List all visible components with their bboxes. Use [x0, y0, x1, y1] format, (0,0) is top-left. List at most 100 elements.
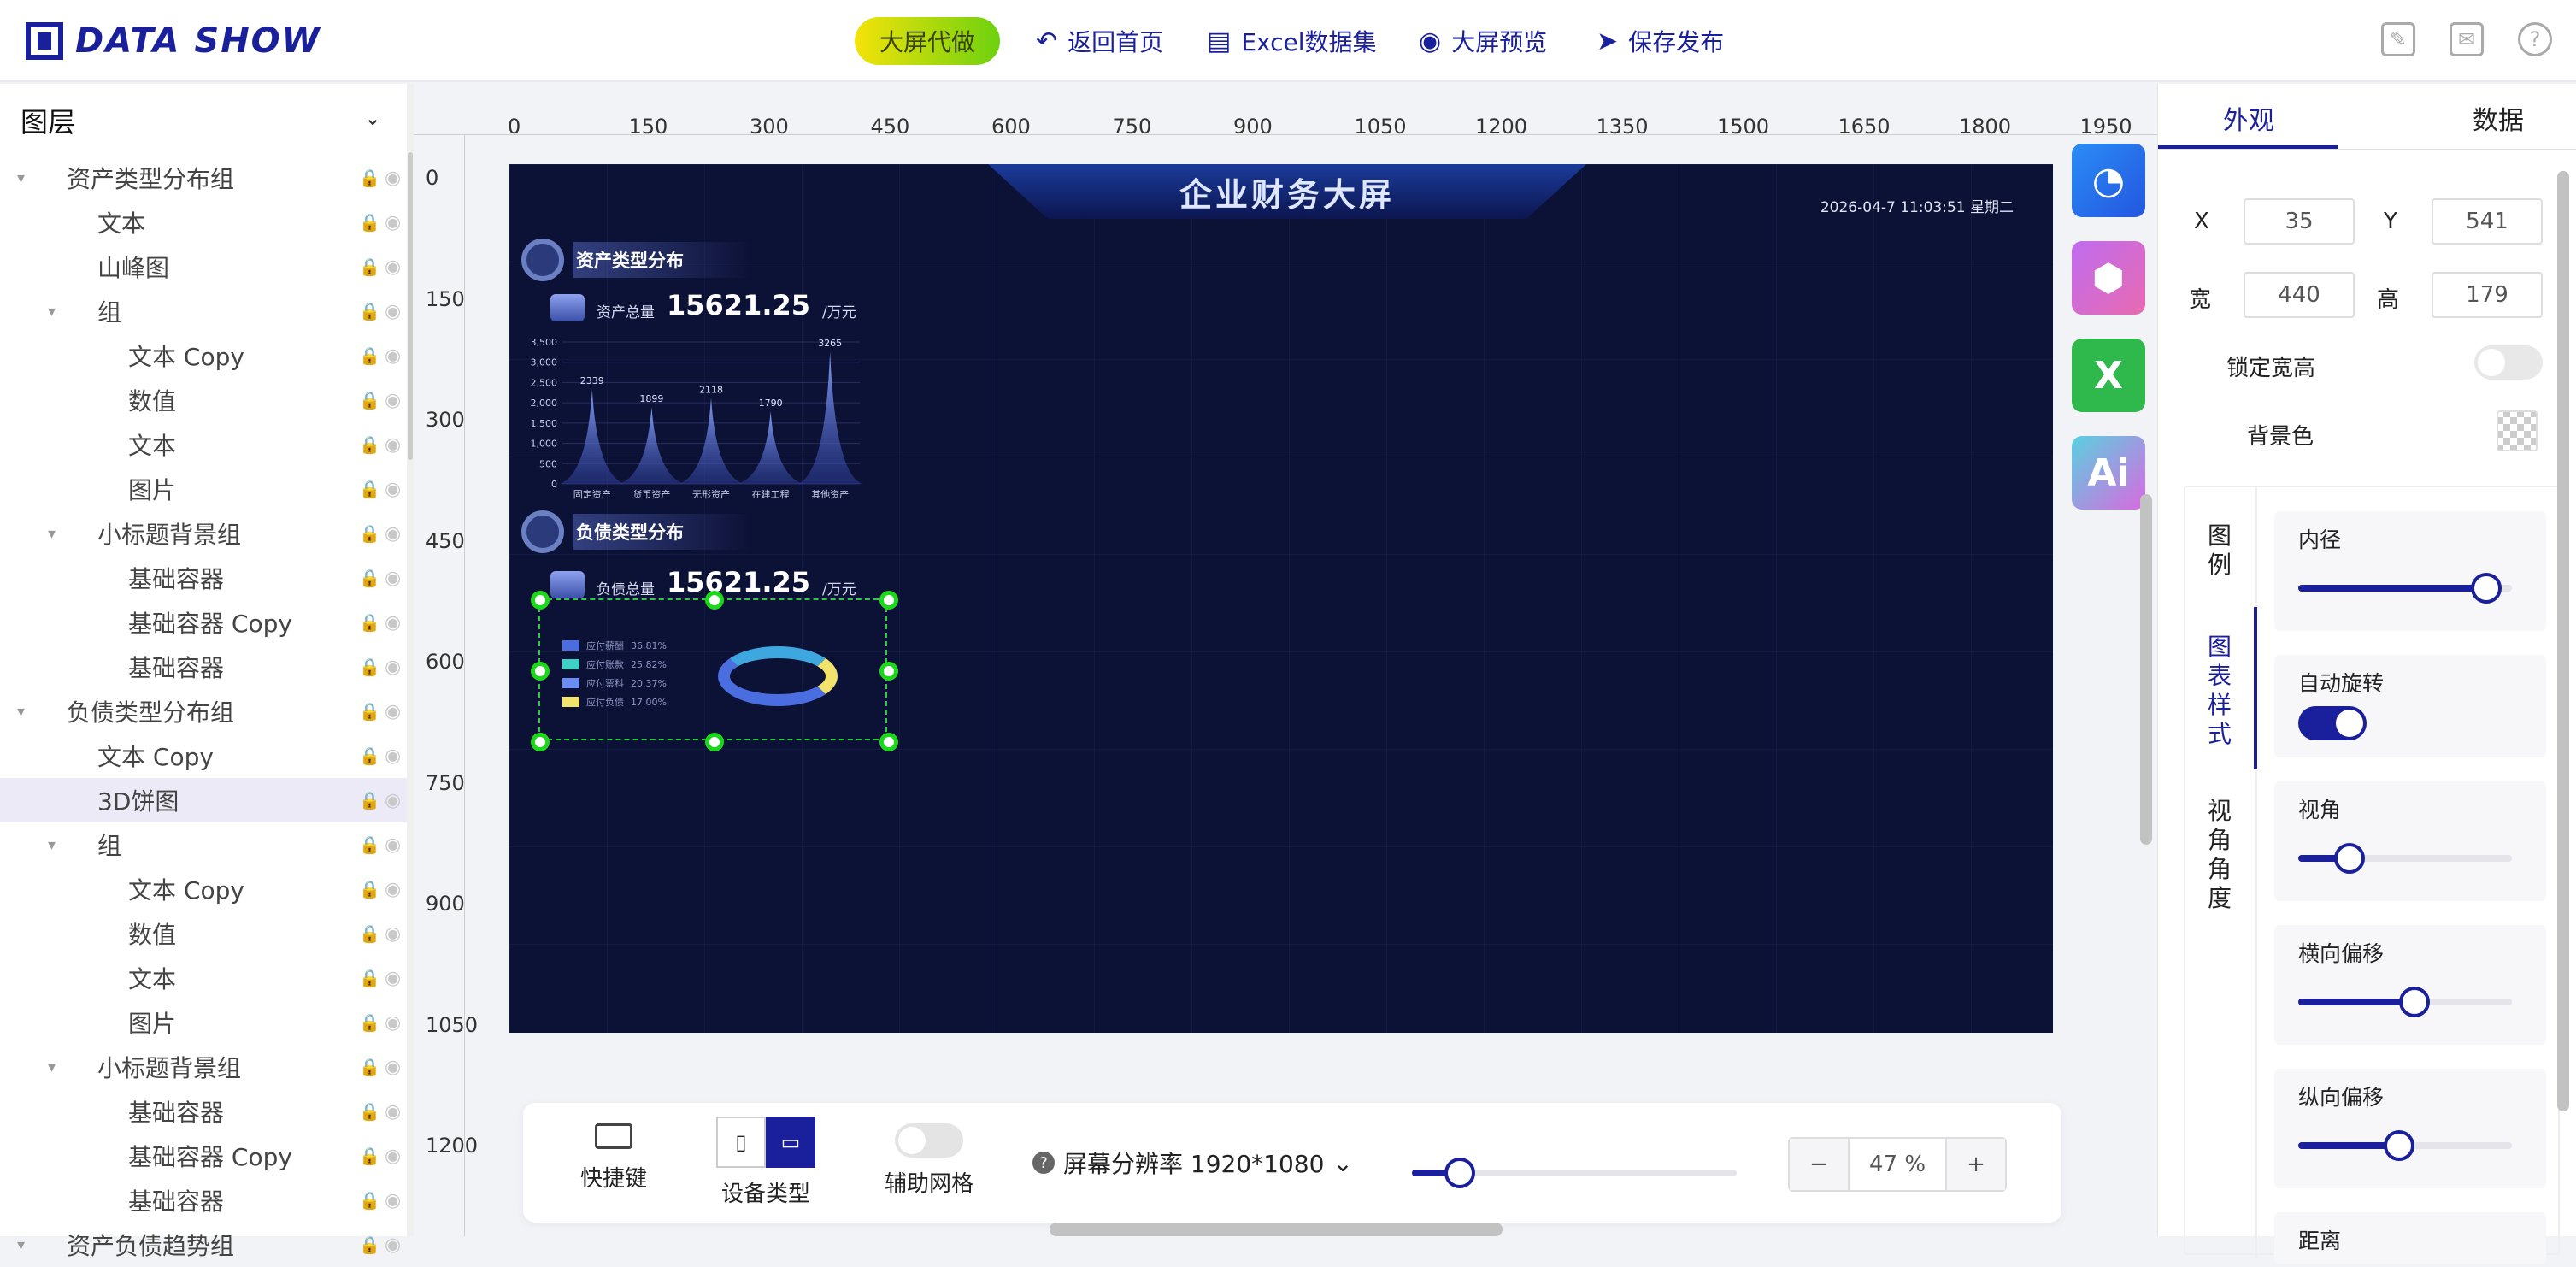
eye-icon[interactable]: ◉	[385, 479, 401, 500]
mountain-peak[interactable]	[678, 398, 744, 484]
layer-item[interactable]: ▾ 负债类型分布组 🔒 ◉	[0, 689, 407, 734]
lock-icon[interactable]: 🔒	[359, 301, 380, 321]
custom-screen-button[interactable]: 大屏代做	[855, 17, 1000, 65]
preview-button[interactable]: ◉ 大屏预览	[1419, 19, 1547, 63]
app-logo[interactable]: DATA SHOW	[26, 19, 321, 63]
layer-item[interactable]: 文本 🔒 ◉	[0, 422, 407, 467]
resize-handle[interactable]	[879, 591, 898, 610]
slider-knob[interactable]	[2471, 573, 2502, 604]
mountain-peak[interactable]	[559, 389, 626, 484]
layer-item[interactable]: 文本 🔒 ◉	[0, 200, 407, 245]
debt-subtitle[interactable]: 负债类型分布	[521, 508, 889, 556]
resize-handle[interactable]	[705, 591, 724, 610]
v-offset-slider[interactable]	[2298, 1130, 2512, 1161]
debt-total[interactable]: 负债总量 15621.25 /万元	[550, 566, 856, 598]
lock-icon[interactable]: 🔒	[359, 1012, 380, 1033]
eye-icon[interactable]: ◉	[385, 1101, 401, 1123]
caret-down-icon[interactable]: ▾	[48, 303, 56, 321]
eye-icon[interactable]: ◉	[385, 968, 401, 989]
zoom-in-button[interactable]: +	[1947, 1139, 2005, 1190]
lock-ratio-toggle[interactable]	[2474, 345, 2543, 380]
eye-icon[interactable]: ◉	[385, 1146, 401, 1167]
layer-item[interactable]: 基础容器 🔒 ◉	[0, 1178, 407, 1223]
lock-icon[interactable]: 🔒	[359, 479, 380, 499]
resize-handle[interactable]	[531, 591, 550, 610]
caret-down-icon[interactable]: ▾	[17, 1236, 25, 1254]
lock-icon[interactable]: 🔒	[359, 568, 380, 588]
eye-icon[interactable]: ◉	[385, 345, 401, 367]
mountain-peak[interactable]	[619, 406, 685, 484]
layer-item[interactable]: 基础容器 🔒 ◉	[0, 1089, 407, 1134]
layer-item[interactable]: ▾ 资产类型分布组 🔒 ◉	[0, 156, 407, 200]
eye-icon[interactable]: ◉	[385, 1190, 401, 1211]
layer-item[interactable]: 基础容器 🔒 ◉	[0, 645, 407, 689]
auto-rotate-toggle[interactable]	[2298, 706, 2367, 740]
resize-handle[interactable]	[879, 662, 898, 681]
h-offset-slider[interactable]	[2298, 987, 2512, 1017]
asset-total[interactable]: 资产总量 15621.25 /万元	[550, 289, 856, 321]
inner-radius-slider[interactable]	[2298, 573, 2512, 604]
eye-icon[interactable]: ◉	[385, 701, 401, 722]
lock-icon[interactable]: 🔒	[359, 879, 380, 899]
resolution-select[interactable]: ? 屏幕分辨率 1920*1080 ⌄	[1032, 1146, 1353, 1180]
caret-down-icon[interactable]: ▾	[48, 1058, 56, 1076]
zoom-slider[interactable]	[1412, 1158, 1737, 1188]
slider-knob[interactable]	[2334, 843, 2365, 874]
desktop-icon[interactable]: ▭	[766, 1117, 815, 1168]
tab-data[interactable]: 数据	[2473, 99, 2524, 137]
shortcut-button[interactable]: 快捷键	[571, 1123, 656, 1193]
layer-item[interactable]: 3D饼图 🔒 ◉	[0, 778, 407, 822]
layer-item[interactable]: ▾ 组 🔒 ◉	[0, 822, 407, 867]
layer-item[interactable]: ▾ 小标题背景组 🔒 ◉	[0, 511, 407, 556]
lock-icon[interactable]: 🔒	[359, 923, 380, 944]
dashboard-screen[interactable]: 企业财务大屏 2026-04-7 11:03:51 星期二 资产类型分布 资产总…	[509, 164, 2053, 1033]
excel-dataset-button[interactable]: ▤ Excel数据集	[1207, 19, 1377, 63]
lock-icon[interactable]: 🔒	[359, 1057, 380, 1077]
zoom-out-button[interactable]: −	[1790, 1139, 1848, 1190]
eye-icon[interactable]: ◉	[385, 390, 401, 411]
eye-icon[interactable]: ◉	[385, 879, 401, 900]
lock-icon[interactable]: 🔒	[359, 657, 380, 677]
layer-item[interactable]: 山峰图 🔒 ◉	[0, 245, 407, 289]
lock-icon[interactable]: 🔒	[359, 1146, 380, 1166]
excel-component-icon[interactable]: X	[2072, 339, 2145, 412]
layer-item[interactable]: ▾ 组 🔒 ◉	[0, 289, 407, 333]
property-scrollbar[interactable]	[2557, 171, 2569, 1111]
lock-icon[interactable]: 🔒	[359, 168, 380, 188]
eye-icon[interactable]: ◉	[385, 1057, 401, 1078]
layer-item[interactable]: 数值 🔒 ◉	[0, 911, 407, 956]
pie-3d-chart[interactable]: 应付薪酬 36.81% 应付账款 25.82% 应付票科 20.37% 应付负债 17.00%	[531, 591, 898, 751]
grid-toggle[interactable]: 辅助网格	[873, 1123, 985, 1198]
help-icon[interactable]: ?	[2518, 22, 2552, 56]
grid-switch[interactable]	[895, 1123, 963, 1158]
lock-icon[interactable]: 🔒	[359, 834, 380, 855]
lock-icon[interactable]: 🔒	[359, 1235, 380, 1255]
eye-icon[interactable]: ◉	[385, 434, 401, 456]
eye-icon[interactable]: ◉	[385, 657, 401, 678]
lock-icon[interactable]: 🔒	[359, 790, 380, 810]
layer-item[interactable]: 文本 Copy 🔒 ◉	[0, 333, 407, 378]
lock-icon[interactable]: 🔒	[359, 612, 380, 633]
layer-item[interactable]: ▾ 小标题背景组 🔒 ◉	[0, 1045, 407, 1089]
slider-knob[interactable]	[2384, 1130, 2414, 1161]
zoom-slider-knob[interactable]	[1444, 1158, 1475, 1188]
back-home-button[interactable]: ↶ 返回首页	[1036, 19, 1163, 63]
lock-icon[interactable]: 🔒	[359, 968, 380, 988]
eye-icon[interactable]: ◉	[385, 790, 401, 811]
canvas-vertical-scrollbar[interactable]	[2137, 84, 2157, 1236]
caret-down-icon[interactable]: ▾	[17, 169, 25, 187]
eye-icon[interactable]: ◉	[385, 923, 401, 945]
layer-item[interactable]: ▾ 资产负债趋势组 🔒 ◉	[0, 1223, 407, 1267]
resize-handle[interactable]	[705, 733, 724, 751]
width-field[interactable]: 440	[2244, 272, 2355, 318]
layer-item[interactable]: 基础容器 🔒 ◉	[0, 556, 407, 600]
caret-down-icon[interactable]: ▾	[48, 836, 56, 854]
eye-icon[interactable]: ◉	[385, 745, 401, 767]
slider-knob[interactable]	[2399, 987, 2430, 1017]
lock-icon[interactable]: 🔒	[359, 212, 380, 233]
layer-item[interactable]: 图片 🔒 ◉	[0, 467, 407, 511]
tab-chart-style[interactable]: 图表样式	[2204, 633, 2235, 749]
eye-icon[interactable]: ◉	[385, 523, 401, 545]
lock-icon[interactable]: 🔒	[359, 1101, 380, 1122]
device-type[interactable]: ▯ ▭ 设备类型	[715, 1117, 817, 1208]
